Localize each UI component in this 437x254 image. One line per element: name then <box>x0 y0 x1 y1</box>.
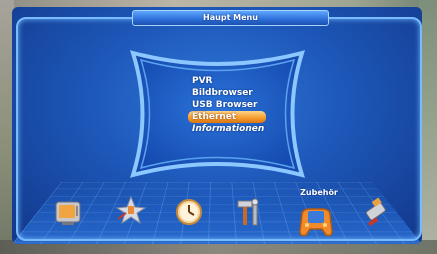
focused-icon-label: Zubehör <box>300 188 338 197</box>
menu-item-pvr[interactable]: PVR <box>188 75 278 87</box>
clock-icon[interactable] <box>172 195 206 229</box>
menu-item-bildbrowser[interactable]: Bildbrowser <box>188 87 278 99</box>
tools-icon[interactable] <box>232 195 266 229</box>
main-menu-list: PVR Bildbrowser USB Browser Ethernet Inf… <box>188 75 278 135</box>
satellite-icon[interactable] <box>114 193 148 227</box>
usb-stick-icon[interactable] <box>358 195 392 229</box>
menu-item-informationen[interactable]: Informationen <box>188 123 278 135</box>
tv-screen: Haupt Menu PVR Bildbrowser USB Browser E… <box>12 7 422 244</box>
menu-item-ethernet[interactable]: Ethernet <box>188 111 266 123</box>
menu-item-usb-browser[interactable]: USB Browser <box>188 99 278 111</box>
page-title: Haupt Menu <box>132 10 329 26</box>
gamepad-icon[interactable] <box>296 201 336 241</box>
main-menu-panel: PVR Bildbrowser USB Browser Ethernet Inf… <box>115 45 320 183</box>
tv-icon[interactable] <box>52 195 86 229</box>
